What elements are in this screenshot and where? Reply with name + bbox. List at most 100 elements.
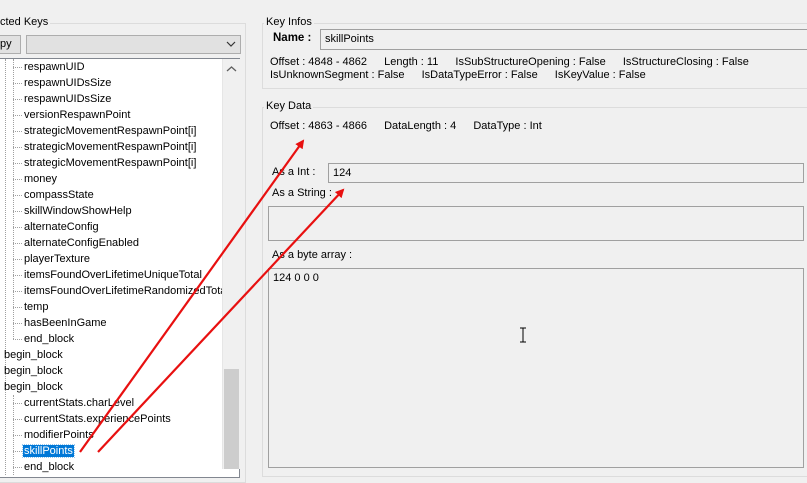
tree-item-label: strategicMovementRespawnPoint[i] [24,141,197,153]
tree-item-label: alternateConfig [24,221,99,233]
tree-item-label: alternateConfigEnabled [24,237,139,249]
tree-connector [13,259,22,260]
tree-item[interactable]: skillWindowShowHelp [23,203,133,219]
tree-item-label: begin_block [4,349,63,361]
tree-connector [13,211,22,212]
tree-item[interactable]: modifierPoints [23,427,95,443]
tree-item[interactable]: playerTexture [23,251,91,267]
key-infos-line2: IsUnknownSegment : False IsDataTypeError… [270,69,660,81]
tree-item-label: money [24,173,58,185]
as-byte-array-field[interactable]: 124 0 0 0 [268,268,804,468]
tree-item[interactable]: end_block [23,331,75,347]
is-data-type-error-info: IsDataTypeError : False [421,69,538,81]
tree-connector [13,163,22,164]
tree-connector [13,131,22,132]
tree-connector [13,179,22,180]
tree-connector [13,323,22,324]
tree-connector [13,243,22,244]
tree-item[interactable]: begin_block [3,379,64,395]
tree-item[interactable]: end_block [23,459,75,475]
tree-item-label: itemsFoundOverLifetimeRandomizedTotal [24,285,229,297]
tree-item[interactable]: respawnUIDsSize [23,75,112,91]
chevron-down-icon[interactable] [226,39,236,49]
tree-item-label: skillPoints [22,444,75,458]
copy-button[interactable]: py [0,35,21,54]
as-string-label: As a String : [272,187,332,199]
tree-item-label: end_block [24,333,75,345]
tree-connector [13,275,22,276]
name-label: Name : [273,32,312,44]
tree-connector [13,467,22,468]
data-offset-info: Offset : 4863 - 4866 [270,120,368,132]
tree-item-label: currentStats.experiencePoints [24,413,171,425]
tree-connector [13,115,22,116]
tree-item[interactable]: temp [23,299,49,315]
key-data-line1: Offset : 4863 - 4866 DataLength : 4 Data… [270,120,556,132]
tree-item-label: currentStats.charLevel [24,397,135,409]
tree-item-label: begin_block [4,365,63,377]
is-unknown-segment-info: IsUnknownSegment : False [270,69,405,81]
tree-item-label: end_block [24,461,75,473]
tree-connector [13,403,22,404]
tree-connector [13,339,22,340]
tree-item[interactable]: respawnUIDsSize [23,91,112,107]
as-int-field[interactable]: 124 [328,163,804,183]
tree-item-label: modifierPoints [24,429,94,441]
scroll-thumb[interactable] [224,369,239,469]
scroll-up-icon[interactable] [226,65,237,73]
tree-item-label: respawnUIDsSize [24,77,112,89]
key-data-title: Key Data [264,100,314,112]
keys-tree[interactable]: respawnUID respawnUIDsSize respawnUIDsSize… [0,58,240,478]
tree-item[interactable]: alternateConfigEnabled [23,235,140,251]
name-field[interactable]: skillPoints [320,29,807,50]
tree-item-label: compassState [24,189,94,201]
tree-item[interactable]: hasBeenInGame [23,315,108,331]
tree-connector [13,419,22,420]
tree-item[interactable]: respawnUID [23,59,86,75]
key-infos-title: Key Infos [264,16,314,28]
tree-item[interactable]: currentStats.charLevel [23,395,135,411]
tree-connector [13,195,22,196]
tree-connector [13,99,22,100]
tree-vertical-scrollbar[interactable] [222,59,240,469]
offset-info: Offset : 4848 - 4862 [270,56,368,68]
tree-item-selected[interactable]: skillPoints [22,443,75,459]
tree-item[interactable]: currentStats.experiencePoints [23,411,172,427]
as-string-field[interactable] [268,206,804,241]
key-filter-combo[interactable] [26,35,241,54]
tree-connector [13,307,22,308]
tree-item[interactable]: strategicMovementRespawnPoint[i] [23,123,197,139]
tree-item[interactable]: strategicMovementRespawnPoint[i] [23,155,197,171]
tree-item[interactable]: itemsFoundOverLifetimeUniqueTotal [23,267,203,283]
tree-item[interactable]: strategicMovementRespawnPoint[i] [23,139,197,155]
selected-keys-title: cted Keys [0,16,51,28]
tree-item-label: versionRespawnPoint [24,109,131,121]
as-byte-array-label: As a byte array : [272,249,353,261]
data-type-info: DataType : Int [473,120,542,132]
tree-item-label: itemsFoundOverLifetimeUniqueTotal [24,269,202,281]
tree-item-label: strategicMovementRespawnPoint[i] [24,125,197,137]
tree-item[interactable]: compassState [23,187,95,203]
tree-item-label: hasBeenInGame [24,317,107,329]
tree-item[interactable]: versionRespawnPoint [23,107,131,123]
tree-item[interactable]: begin_block [3,363,64,379]
is-key-value-info: IsKeyValue : False [554,69,646,81]
tree-item[interactable]: begin_block [3,347,64,363]
key-infos-line1: Offset : 4848 - 4862 Length : 11 IsSubSt… [270,56,763,68]
data-length-info: DataLength : 4 [384,120,457,132]
tree-item-label: temp [24,301,49,313]
tree-connector [13,435,22,436]
tree-item-label: skillWindowShowHelp [24,205,132,217]
tree-item-label: respawnUID [24,61,85,73]
tree-guide-line [13,59,14,339]
as-int-label: As a Int : [272,166,316,178]
tree-guide-line [5,59,6,475]
is-substructure-opening-info: IsSubStructureOpening : False [455,56,606,68]
tree-item[interactable]: alternateConfig [23,219,100,235]
is-structure-closing-info: IsStructureClosing : False [622,56,749,68]
tree-item-label: respawnUIDsSize [24,93,112,105]
tree-item[interactable]: itemsFoundOverLifetimeRandomizedTotal [23,283,230,299]
tree-item[interactable]: money [23,171,58,187]
tree-item-label: playerTexture [24,253,91,265]
length-info: Length : 11 [384,56,439,68]
